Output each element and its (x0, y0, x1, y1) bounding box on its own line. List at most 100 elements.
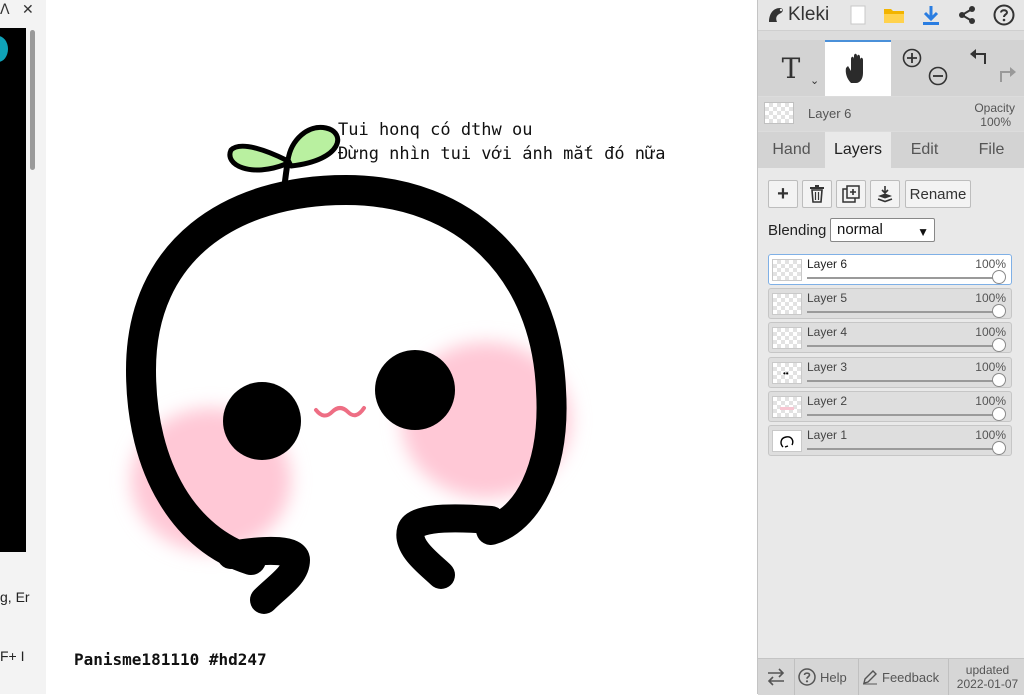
opacity-slider-handle[interactable] (992, 270, 1006, 284)
app-name: Kleki (788, 4, 830, 25)
zoom-in-icon[interactable] (902, 48, 922, 73)
open-folder-icon[interactable] (882, 3, 906, 27)
layer-row[interactable]: Layer 5 100% (768, 288, 1012, 319)
layer-thumbnail (772, 396, 802, 418)
redo-icon[interactable] (995, 66, 1017, 91)
layer-thumbnail (772, 293, 802, 315)
hand-tool-icon (845, 53, 863, 83)
browser-tab-controls: ᐱ ✕ (0, 0, 46, 20)
layer-row[interactable]: Layer 6 100% (768, 254, 1012, 285)
opacity-slider-handle[interactable] (992, 304, 1006, 318)
tool-panel: Kleki T ⌄ Layer 6 Opacity 100% Hand Laye… (757, 0, 1024, 695)
share-icon[interactable] (955, 3, 979, 27)
tab-layers[interactable]: Layers (825, 132, 891, 168)
opacity-slider-track[interactable] (807, 345, 999, 347)
chevron-down-icon[interactable]: ⌄ (810, 74, 819, 87)
opacity-slider-handle[interactable] (992, 407, 1006, 421)
opacity-slider-track[interactable] (807, 448, 999, 450)
opacity-slider-track[interactable] (807, 414, 999, 416)
layer-name: Layer 4 (807, 325, 848, 339)
tab-hand[interactable]: Hand (758, 132, 825, 168)
scrollbar[interactable] (30, 30, 35, 170)
add-layer-button[interactable]: + (768, 180, 798, 208)
sprout-leaf-left (227, 143, 289, 173)
version-info: updated 2022-01-07 (950, 659, 1024, 695)
undo-icon[interactable] (969, 48, 991, 73)
rename-button[interactable]: Rename (905, 180, 971, 208)
caption-line-1: Tui honq có dthw ou (338, 120, 533, 140)
left-eye (223, 382, 301, 460)
layer-opacity: 100% (975, 428, 1006, 442)
opacity-value: 100% (980, 115, 1011, 129)
opacity-slider-handle[interactable] (992, 441, 1006, 455)
feedback-button[interactable]: Feedback (862, 659, 946, 695)
close-icon[interactable]: ✕ (22, 1, 34, 18)
merge-down-icon (877, 186, 893, 203)
side-text-snippet: F+ I (0, 648, 25, 664)
opacity-slider-track[interactable] (807, 277, 999, 279)
swap-arrows-icon (767, 668, 785, 686)
duplicate-icon (842, 185, 860, 203)
history-tools (959, 40, 1024, 96)
plus-icon: + (777, 182, 789, 205)
download-icon[interactable] (919, 3, 943, 27)
drawing-canvas[interactable]: Tui honq có dthw ou Đừng nhìn tui với án… (46, 0, 757, 694)
updated-label: updated (965, 663, 1010, 677)
collapse-icon[interactable]: ᐱ (0, 1, 10, 18)
help-button[interactable]: Help (798, 659, 856, 695)
delete-layer-button[interactable] (802, 180, 832, 208)
layer-thumbnail: •• (772, 362, 802, 384)
mouth (314, 406, 366, 418)
layer-row[interactable]: Layer 1 100% (768, 425, 1012, 456)
opacity-slider-track[interactable] (807, 380, 999, 382)
opacity-slider-track[interactable] (807, 311, 999, 313)
caption-line-2: Đừng nhìn tui với ánh mắt đó nữa (338, 144, 666, 164)
updated-date: 2022-01-07 (956, 677, 1019, 691)
layer-name: Layer 1 (807, 428, 848, 442)
opacity-slider-handle[interactable] (992, 338, 1006, 352)
tool-row: T ⌄ (758, 40, 1024, 96)
blending-label: Blending (768, 222, 827, 239)
signature-text: Panisme181110 #hd247 (74, 650, 267, 669)
opacity-label: Opacity (974, 101, 1015, 115)
zoom-out-icon[interactable] (928, 66, 948, 91)
side-text-snippet: g, Er (0, 589, 30, 605)
layer-row[interactable]: Layer 4 100% (768, 322, 1012, 353)
tab-edit[interactable]: Edit (891, 132, 958, 168)
opacity-slider-handle[interactable] (992, 373, 1006, 387)
text-tool-icon: T (781, 51, 801, 85)
tab-file[interactable]: File (958, 132, 1024, 168)
chevron-down-icon: ▼ (917, 225, 929, 239)
layer-thumbnail (772, 430, 802, 452)
trash-icon (810, 185, 824, 203)
current-layer-name: Layer 6 (808, 106, 852, 121)
right-eye (375, 350, 455, 430)
artwork (125, 124, 571, 614)
duplicate-layer-button[interactable] (836, 180, 866, 208)
layer-thumbnail (772, 327, 802, 349)
text-tool[interactable]: T ⌄ (758, 40, 824, 96)
hand-tool[interactable] (825, 40, 891, 96)
layer-opacity: 100% (975, 325, 1006, 339)
merge-down-button[interactable] (870, 180, 900, 208)
layer-name: Layer 2 (807, 394, 848, 408)
blending-mode-value: normal (837, 221, 883, 238)
layer-opacity: 100% (975, 360, 1006, 374)
left-arm (217, 536, 311, 614)
layer-name: Layer 5 (807, 291, 848, 305)
divider (948, 659, 949, 695)
bottom-bar: Help Feedback updated 2022-01-07 (758, 658, 1024, 695)
pen-icon (863, 670, 877, 685)
current-layer-info: Layer 6 Opacity 100% (758, 97, 1024, 131)
layer-row[interactable]: •• Layer 3 100% (768, 357, 1012, 388)
app-logo[interactable]: Kleki (766, 4, 829, 26)
blending-mode-select[interactable]: normal ▼ (830, 218, 935, 242)
help-circle-icon[interactable] (992, 3, 1016, 27)
new-file-icon[interactable] (846, 3, 870, 27)
layer-row[interactable]: Layer 2 100% (768, 391, 1012, 422)
swap-sides-button[interactable] (758, 659, 794, 695)
layer-name: Layer 6 (807, 257, 848, 271)
layers-panel: + Rename Blending normal ▼ Layer 6 100% … (758, 168, 1024, 658)
kleki-logo-icon (769, 8, 783, 22)
caption-text: Tui honq có dthw ou Đừng nhìn tui với án… (338, 118, 666, 166)
